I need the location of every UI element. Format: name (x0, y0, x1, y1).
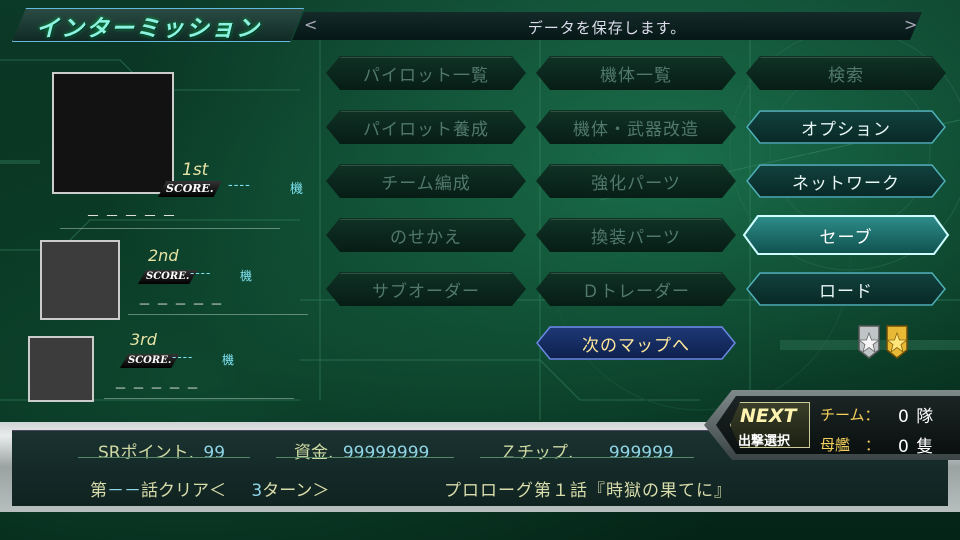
d-trader-button[interactable]: Ｄトレーダー (536, 272, 736, 306)
mothership-count-label: 母艦 ： (820, 436, 881, 454)
team-count-label: チーム： (820, 406, 880, 424)
score-unit: 機 (222, 353, 236, 367)
button-label: 次のマップへ (582, 335, 690, 356)
unit-upgrade-button[interactable]: 機体・武器改造 (536, 110, 736, 144)
sub-order-button[interactable]: サブオーダー (326, 272, 526, 306)
divider (480, 457, 694, 458)
screen-title: インターミッション (36, 16, 261, 42)
button-label: 強化パーツ (591, 173, 681, 194)
funds: 資金. 99999999 (294, 438, 429, 463)
divider (276, 457, 454, 458)
score-value: ---- (228, 178, 251, 193)
options-button[interactable]: オプション (746, 110, 946, 144)
funds-value: 99999999 (342, 443, 430, 463)
next-map-button[interactable]: 次のマップへ (536, 326, 736, 360)
divider (78, 457, 250, 458)
status-message: データを保存します。 (527, 19, 687, 37)
score-label: SCORE. (158, 181, 222, 197)
team-count-value: 0 (898, 407, 909, 427)
equip-parts-button[interactable]: 換装パーツ (536, 218, 736, 252)
button-label: チーム編成 (381, 173, 471, 194)
sr-points-value: 99 (203, 443, 226, 463)
intermission-screen: インターミッション < データを保存します。 > 1st SCORE. ----… (0, 0, 960, 540)
score-label: SCORE. (138, 270, 197, 284)
pilot-name: －－－－－ (86, 209, 181, 225)
z-chips-value: 999999 (608, 443, 674, 463)
search-button[interactable]: 検索 (746, 56, 946, 90)
save-button[interactable]: セーブ (743, 215, 949, 255)
divider (60, 228, 280, 229)
mothership-count: 0 隻 (898, 432, 933, 457)
silver-medal-icon (857, 325, 881, 359)
pilot-portrait (28, 336, 94, 402)
arrow-right-icon: > (904, 15, 918, 34)
turns-value: 3 (251, 481, 263, 501)
score-unit: 機 (240, 269, 254, 283)
button-label: のせかえ (390, 227, 462, 248)
button-label: オプション (801, 119, 891, 140)
z-chips-label: Ｚチップ. (500, 443, 574, 463)
pilot-portrait (52, 72, 174, 194)
chapter-number: －－ (107, 481, 141, 501)
sr-points: SRポイント. 99 (98, 438, 225, 463)
mothership-count-unit: 隻 (916, 437, 934, 457)
story-title: プロローグ第１話『時獄の果てに』 (444, 481, 732, 501)
turns-suffix: ターン＞ (262, 481, 330, 501)
sr-points-label: SRポイント. (98, 443, 195, 463)
change-outfit-button[interactable]: のせかえ (326, 218, 526, 252)
sortie-select-label: 出撃選択 (738, 434, 791, 449)
button-label: 換装パーツ (591, 227, 681, 248)
unit-list-button[interactable]: 機体一覧 (536, 56, 736, 90)
button-label: 機体一覧 (600, 65, 672, 86)
button-label: サブオーダー (372, 281, 480, 302)
button-label: パイロット養成 (363, 119, 489, 140)
pilot-training-button[interactable]: パイロット養成 (326, 110, 526, 144)
next-label: NEXT (740, 405, 797, 427)
chapter-clear: 第－－話クリア＜ 3ターン＞ (90, 476, 329, 501)
button-label: パイロット一覧 (363, 65, 489, 86)
score-label: SCORE. (120, 354, 179, 368)
pilot-portrait (40, 240, 120, 320)
z-chips: Ｚチップ. 999999 (500, 438, 674, 463)
gold-medal-icon (885, 325, 909, 359)
pilot-list-button[interactable]: パイロット一覧 (326, 56, 526, 90)
load-button[interactable]: ロード (746, 272, 946, 306)
rank-place: 1st (182, 160, 209, 180)
pilot-name: －－－－－ (138, 298, 229, 313)
rank-place: 2nd (148, 246, 179, 265)
network-button[interactable]: ネットワーク (746, 164, 946, 198)
chapter-suffix: 話クリア＜ (141, 481, 226, 501)
funds-label: 資金. (294, 443, 334, 463)
button-label: ネットワーク (792, 173, 900, 194)
rank-place: 3rd (130, 330, 157, 349)
button-label: ロード (819, 281, 873, 302)
button-label: セーブ (819, 227, 873, 248)
team-count: 0 隊 (898, 402, 933, 427)
team-count-unit: 隊 (916, 407, 934, 427)
team-formation-button[interactable]: チーム編成 (326, 164, 526, 198)
score-value: ---- (190, 266, 212, 280)
score-unit: 機 (290, 182, 305, 197)
enhance-parts-button[interactable]: 強化パーツ (536, 164, 736, 198)
score-value: ---- (172, 350, 194, 364)
button-label: 検索 (828, 65, 864, 86)
chapter-prefix: 第 (90, 481, 107, 501)
divider (128, 314, 308, 315)
button-label: 機体・武器改造 (573, 119, 699, 140)
pilot-name: －－－－－ (114, 382, 205, 397)
button-label: Ｄトレーダー (582, 281, 690, 302)
mothership-count-value: 0 (898, 437, 909, 457)
divider (104, 398, 294, 399)
